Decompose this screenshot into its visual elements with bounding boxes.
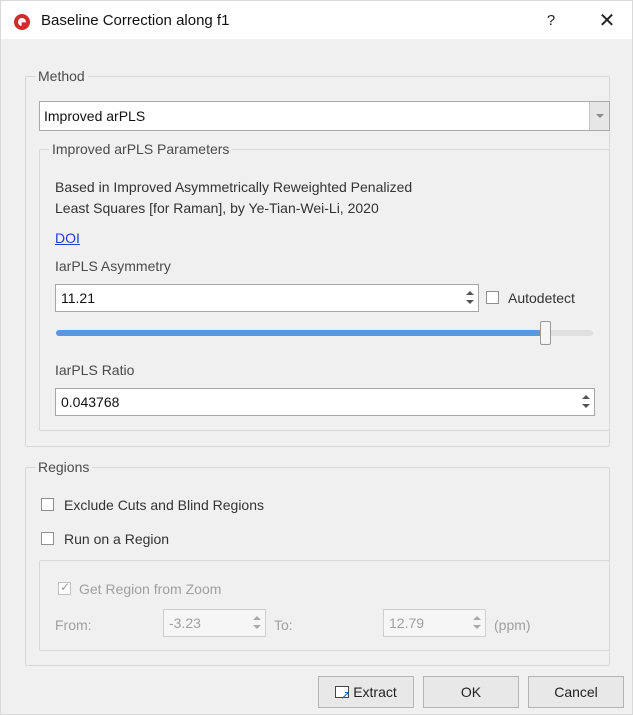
close-icon[interactable]: ✕: [595, 9, 619, 33]
asymmetry-spinbox[interactable]: 11.21: [55, 284, 479, 312]
from-spinbox[interactable]: -3.23: [163, 609, 266, 637]
slider-handle[interactable]: [540, 321, 551, 345]
regions-group-title: Regions: [35, 458, 93, 476]
run-on-region-checkbox[interactable]: [41, 532, 54, 545]
autodetect-checkbox[interactable]: [486, 291, 499, 304]
extract-icon: [335, 680, 350, 710]
to-label: To:: [274, 617, 293, 633]
help-button[interactable]: ?: [539, 10, 563, 32]
get-region-zoom-label: Get Region from Zoom: [79, 581, 222, 597]
from-label: From:: [55, 617, 92, 633]
cancel-button[interactable]: Cancel: [528, 676, 624, 708]
method-select[interactable]: Improved arPLS: [39, 101, 610, 131]
ratio-value: 0.043768: [61, 394, 120, 410]
region-subgroup: [39, 560, 610, 651]
title-bar: Baseline Correction along f1 ? ✕: [1, 1, 632, 39]
app-logo-icon: [14, 14, 30, 30]
asymmetry-label: IarPLS Asymmetry: [55, 258, 171, 274]
exclude-cuts-checkbox[interactable]: [41, 498, 54, 511]
spin-arrows-icon[interactable]: [472, 614, 482, 632]
method-description-line2: Least Squares [for Raman], by Ye-Tian-We…: [55, 200, 379, 216]
method-group-title: Method: [35, 67, 88, 85]
params-group-title: Improved arPLS Parameters: [49, 140, 233, 158]
ratio-spinbox[interactable]: 0.043768: [55, 388, 595, 416]
spin-arrows-icon[interactable]: [252, 614, 262, 632]
to-spinbox[interactable]: 12.79: [383, 609, 486, 637]
ok-button[interactable]: OK: [423, 676, 519, 708]
extract-button[interactable]: Extract: [318, 676, 414, 710]
asymmetry-value: 11.21: [61, 290, 95, 306]
asymmetry-slider[interactable]: [56, 321, 593, 345]
run-on-region-label: Run on a Region: [64, 531, 170, 547]
autodetect-label: Autodetect: [508, 290, 575, 306]
extract-label: Extract: [353, 684, 397, 700]
unit-label: (ppm): [494, 617, 531, 633]
from-value: -3.23: [169, 615, 201, 631]
method-select-value: Improved arPLS: [44, 108, 146, 124]
exclude-cuts-label: Exclude Cuts and Blind Regions: [64, 497, 265, 513]
chevron-down-icon[interactable]: [589, 102, 609, 130]
slider-fill: [56, 330, 546, 336]
to-value: 12.79: [389, 615, 425, 631]
get-region-zoom-checkbox[interactable]: [58, 580, 71, 595]
ratio-label: IarPLS Ratio: [55, 362, 135, 378]
dialog-title: Baseline Correction along f1: [41, 12, 230, 29]
method-description-line1: Based in Improved Asymmetrically Reweigh…: [55, 179, 413, 195]
baseline-correction-dialog: Baseline Correction along f1 ? ✕ Method …: [0, 0, 633, 715]
spin-arrows-icon[interactable]: [581, 393, 591, 411]
spin-arrows-icon[interactable]: [465, 289, 475, 307]
doi-link[interactable]: DOI: [55, 230, 80, 246]
